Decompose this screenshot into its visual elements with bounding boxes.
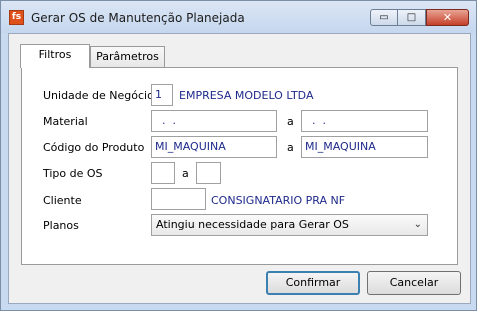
maximize-button[interactable]: □: [398, 9, 426, 26]
dialog-body: Filtros Parâmetros Unidade de Negócio 1 …: [8, 33, 471, 304]
cliente-input[interactable]: [151, 188, 206, 210]
codigo-separator: a: [287, 141, 294, 154]
confirm-button[interactable]: Confirmar: [266, 271, 360, 295]
unidade-input[interactable]: 1: [151, 84, 173, 106]
minimize-icon: ▭: [379, 12, 389, 23]
material-label: Material: [43, 115, 88, 128]
material-to-input[interactable]: . .: [301, 110, 428, 132]
tipo-os-to-input[interactable]: [196, 162, 221, 184]
minimize-button[interactable]: ▭: [370, 9, 398, 26]
cliente-label: Cliente: [43, 194, 82, 207]
close-icon: ✕: [442, 11, 453, 24]
codigo-to-input[interactable]: MI_MAQUINA: [301, 136, 428, 158]
tab-parametros[interactable]: Parâmetros: [90, 46, 165, 68]
tab-filtros[interactable]: Filtros: [20, 44, 90, 68]
cliente-description: CONSIGNATARIO PRA NF: [211, 194, 346, 207]
planos-label: Planos: [43, 219, 79, 232]
tipo-os-from-input[interactable]: [151, 162, 175, 184]
material-from-input[interactable]: . .: [151, 110, 277, 132]
dialog-window: fs Gerar OS de Manutenção Planejada ▭ □ …: [0, 0, 477, 311]
cancel-button[interactable]: Cancelar: [367, 271, 461, 295]
codigo-label: Código do Produto: [43, 141, 145, 154]
app-logo-icon: fs: [9, 10, 24, 25]
codigo-from-input[interactable]: MI_MAQUINA: [151, 136, 277, 158]
chevron-down-icon: ⌄: [413, 219, 422, 230]
window-title: Gerar OS de Manutenção Planejada: [31, 11, 245, 25]
close-button[interactable]: ✕: [426, 9, 469, 26]
planos-selected-value: Atingiu necessidade para Gerar OS: [156, 218, 349, 231]
maximize-icon: □: [406, 12, 417, 23]
filtros-panel: Unidade de Negócio 1 EMPRESA MODELO LTDA…: [21, 67, 458, 265]
unidade-description: EMPRESA MODELO LTDA: [179, 89, 314, 102]
material-separator: a: [287, 115, 294, 128]
tipo-os-label: Tipo de OS: [43, 167, 103, 180]
tipo-os-separator: a: [182, 167, 189, 180]
unidade-label: Unidade de Negócio: [43, 89, 154, 102]
planos-select[interactable]: Atingiu necessidade para Gerar OS ⌄: [151, 214, 428, 236]
title-bar[interactable]: fs Gerar OS de Manutenção Planejada ▭ □ …: [1, 1, 476, 33]
